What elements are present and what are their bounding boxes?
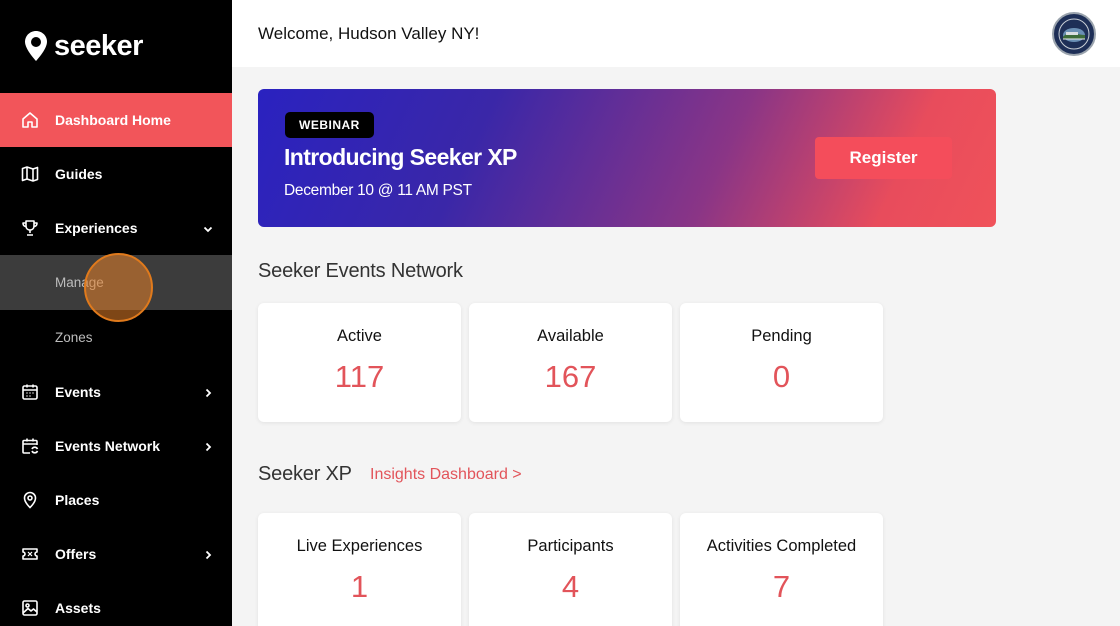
sidebar-item-label: Guides — [55, 166, 103, 182]
stat-card-available: Available 167 — [469, 303, 672, 422]
org-seal-icon[interactable] — [1052, 12, 1096, 56]
webinar-badge: WEBINAR — [285, 112, 374, 138]
stat-card-participants: Participants 4 — [469, 513, 672, 626]
stat-label: Activities Completed — [706, 537, 857, 555]
stat-label: Pending — [751, 327, 812, 345]
register-button[interactable]: Register — [815, 137, 952, 179]
welcome-message: Welcome, Hudson Valley NY! — [258, 24, 480, 43]
chevron-right-icon — [202, 549, 214, 561]
sidebar-item-assets[interactable]: Assets — [0, 581, 232, 626]
seeker-xp-title: Seeker XP — [258, 463, 352, 485]
stat-value: 4 — [561, 569, 580, 604]
chevron-right-icon — [202, 441, 214, 453]
stat-label: Active — [337, 327, 382, 345]
insights-dashboard-link[interactable]: Insights Dashboard > — [370, 466, 522, 484]
stat-card-active: Active 117 — [258, 303, 461, 422]
seeker-logo[interactable]: seeker — [24, 28, 143, 64]
stat-label: Live Experiences — [296, 537, 423, 555]
calendar-icon — [20, 382, 40, 402]
sidebar: seeker Dashboard Home Guides Experiences… — [0, 0, 232, 626]
sidebar-item-label: Places — [55, 492, 100, 508]
sidebar-item-offers[interactable]: Offers — [0, 527, 232, 581]
sidebar-item-label: Events Network — [55, 438, 161, 454]
banner-date: December 10 @ 11 AM PST — [284, 182, 472, 199]
sidebar-item-experiences[interactable]: Experiences — [0, 201, 232, 255]
stat-value: 1 — [350, 569, 369, 604]
stat-card-live-experiences: Live Experiences 1 — [258, 513, 461, 626]
location-pin-icon — [25, 31, 47, 61]
sidebar-item-guides[interactable]: Guides — [0, 147, 232, 201]
image-icon — [20, 598, 40, 618]
trophy-icon — [20, 218, 40, 238]
sidebar-item-events-network[interactable]: Events Network — [0, 419, 232, 473]
sidebar-item-label: Offers — [55, 546, 97, 562]
sidebar-item-dashboard-home[interactable]: Dashboard Home — [0, 93, 232, 147]
stat-card-activities-completed: Activities Completed 7 — [680, 513, 883, 626]
webinar-banner: WEBINAR Introducing Seeker XP December 1… — [258, 89, 996, 227]
chevron-down-icon — [202, 223, 214, 235]
stat-card-pending: Pending 0 — [680, 303, 883, 422]
ticket-icon — [20, 544, 40, 564]
sidebar-item-label: Events — [55, 384, 101, 400]
calendar-sync-icon — [20, 436, 40, 456]
stat-value: 0 — [772, 359, 791, 394]
sidebar-item-events[interactable]: Events — [0, 365, 232, 419]
stat-label: Participants — [527, 537, 614, 555]
stat-value: 167 — [544, 359, 597, 394]
home-icon — [20, 110, 40, 130]
pin-icon — [20, 490, 40, 510]
top-header: Welcome, Hudson Valley NY! — [232, 0, 1120, 67]
map-icon — [20, 164, 40, 184]
logo-text: seeker — [54, 29, 143, 62]
stat-value: 7 — [772, 569, 791, 604]
sidebar-subitem-manage[interactable]: Manage — [0, 255, 232, 310]
sidebar-item-label: Assets — [55, 600, 101, 616]
banner-title: Introducing Seeker XP — [284, 144, 517, 170]
sidebar-subitem-zones[interactable]: Zones — [0, 310, 232, 365]
sidebar-item-places[interactable]: Places — [0, 473, 232, 527]
stat-label: Available — [537, 327, 604, 345]
sidebar-item-label: Experiences — [55, 220, 138, 236]
chevron-right-icon — [202, 387, 214, 399]
sidebar-nav: Dashboard Home Guides Experiences Manage… — [0, 93, 232, 626]
events-network-title: Seeker Events Network — [258, 260, 463, 282]
stat-value: 117 — [334, 359, 385, 394]
sidebar-item-label: Dashboard Home — [55, 112, 171, 128]
